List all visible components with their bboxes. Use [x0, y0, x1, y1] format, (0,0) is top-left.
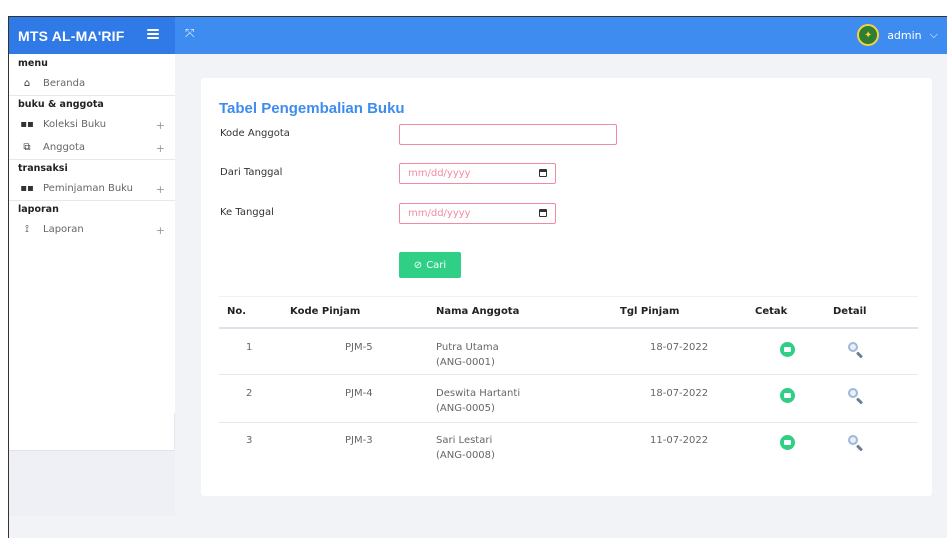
column-header-detail: Detail	[833, 306, 867, 317]
column-header-tgl-pinjam: Tgl Pinjam	[620, 306, 680, 317]
sidebar-item-peminjaman-buku[interactable]: ▪▪ Peminjaman Buku +	[9, 177, 175, 200]
sidebar-item-label: Anggota	[43, 142, 86, 153]
sidebar-item-label: Beranda	[43, 78, 86, 89]
cell-member-id: (ANG-0001)	[436, 357, 495, 368]
print-icon[interactable]	[780, 342, 795, 357]
sidebar-section-transaksi: transaksi	[9, 159, 175, 177]
search-button[interactable]: ⊘ Cari	[399, 252, 461, 278]
sidebar-item-koleksi-buku[interactable]: ▪▪ Koleksi Buku +	[9, 113, 175, 136]
expand-plus-icon[interactable]: +	[156, 224, 165, 237]
app-title: MTS AL-MA'RIF	[18, 27, 125, 44]
sidebar-menu: menu ⌂ Beranda buku & anggota ▪▪ Koleksi…	[9, 54, 175, 413]
sidebar-section-buku-anggota: buku & anggota	[9, 95, 175, 113]
cell-kode-pinjam: PJM-5	[345, 342, 373, 353]
search-circle-icon: ⊘	[413, 259, 423, 271]
grid-icon: ▪▪	[20, 183, 34, 194]
cell-no: 2	[246, 388, 253, 399]
home-icon: ⌂	[23, 78, 31, 89]
sidebar-item-beranda[interactable]: ⌂ Beranda	[9, 72, 175, 95]
column-header-no: No.	[227, 306, 247, 317]
date-placeholder: mm/dd/yyyy	[408, 168, 471, 179]
date-placeholder: mm/dd/yyyy	[408, 208, 471, 219]
expand-plus-icon[interactable]: +	[156, 142, 165, 155]
app-frame: MTS AL-MA'RIF ⤧ ✦ admin ⌵ menu ⌂ Beranda…	[8, 16, 947, 538]
fullscreen-icon[interactable]: ⤧	[185, 26, 195, 41]
user-name: admin	[887, 28, 922, 42]
return-table-card: Tabel Pengembalian Buku Kode Anggota Dar…	[201, 78, 932, 496]
expand-plus-icon[interactable]: +	[156, 183, 165, 196]
brand[interactable]: MTS AL-MA'RIF	[9, 17, 175, 54]
row-divider	[219, 374, 918, 375]
cell-no: 1	[246, 342, 253, 353]
page-title: Tabel Pengembalian Buku	[219, 100, 405, 117]
chevron-down-icon: ⌵	[929, 28, 938, 41]
expand-plus-icon[interactable]: +	[156, 119, 165, 132]
sidebar-section-menu: menu	[18, 57, 48, 69]
sidebar-item-label: Koleksi Buku	[43, 119, 107, 130]
grid-icon: ▪▪	[20, 119, 34, 130]
cell-member-id: (ANG-0005)	[436, 403, 495, 414]
cell-no: 3	[246, 435, 253, 446]
dari-tanggal-input[interactable]: mm/dd/yyyy	[399, 163, 556, 184]
sidebar-item-anggota[interactable]: ⧉ Anggota +	[9, 136, 175, 159]
cell-kode-pinjam: PJM-3	[345, 435, 373, 446]
divider	[219, 296, 918, 297]
row-divider	[219, 422, 918, 423]
cell-member-id: (ANG-0008)	[436, 450, 495, 461]
magnifier-icon[interactable]	[848, 388, 864, 405]
sidebar: menu ⌂ Beranda buku & anggota ▪▪ Koleksi…	[9, 54, 175, 516]
calendar-icon[interactable]	[539, 169, 547, 177]
hamburger-menu-icon[interactable]	[147, 29, 159, 39]
column-header-cetak: Cetak	[755, 306, 788, 317]
sidebar-footer-area	[9, 450, 175, 516]
sidebar-section-laporan: laporan	[9, 200, 175, 218]
sidebar-item-label: Laporan	[43, 224, 84, 235]
school-logo-icon: ✦	[857, 24, 880, 46]
column-header-nama-anggota: Nama Anggota	[436, 306, 520, 317]
kode-anggota-label: Kode Anggota	[220, 128, 290, 139]
magnifier-icon[interactable]	[848, 342, 864, 359]
cell-nama: Putra Utama	[436, 342, 499, 353]
ke-tanggal-input[interactable]: mm/dd/yyyy	[399, 203, 556, 224]
report-icon: ⟟	[25, 224, 29, 235]
column-header-kode-pinjam: Kode Pinjam	[290, 306, 361, 317]
cell-nama: Deswita Hartanti	[436, 388, 521, 399]
print-icon[interactable]	[780, 388, 795, 403]
sidebar-item-laporan[interactable]: ⟟ Laporan +	[9, 218, 175, 241]
kode-anggota-input[interactable]	[399, 124, 617, 145]
calendar-icon[interactable]	[539, 209, 547, 217]
top-navbar: MTS AL-MA'RIF ⤧ ✦ admin ⌵	[9, 17, 947, 54]
sidebar-item-label: Peminjaman Buku	[43, 183, 133, 194]
table-header-border	[219, 327, 918, 329]
cell-tgl-pinjam: 18-07-2022	[650, 342, 709, 353]
cell-nama: Sari Lestari	[436, 435, 493, 446]
cell-tgl-pinjam: 18-07-2022	[650, 388, 709, 399]
cell-tgl-pinjam: 11-07-2022	[650, 435, 709, 446]
cell-kode-pinjam: PJM-4	[345, 388, 373, 399]
users-icon: ⧉	[23, 142, 31, 153]
ke-tanggal-label: Ke Tanggal	[220, 207, 274, 218]
search-button-label: Cari	[426, 259, 447, 271]
print-icon[interactable]	[780, 435, 795, 450]
user-menu[interactable]: ✦ admin ⌵	[857, 24, 938, 46]
dari-tanggal-label: Dari Tanggal	[220, 167, 283, 178]
magnifier-icon[interactable]	[848, 435, 864, 452]
